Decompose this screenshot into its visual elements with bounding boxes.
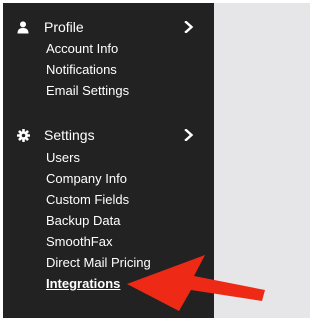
section-header-settings[interactable]: Settings bbox=[3, 124, 214, 146]
content-area bbox=[214, 3, 310, 318]
screenshot-frame: Profile Account Info Notifications Email… bbox=[0, 0, 313, 321]
sidebar-item-integrations[interactable]: Integrations bbox=[46, 275, 120, 293]
sidebar-item-direct-mail-pricing[interactable]: Direct Mail Pricing bbox=[46, 254, 151, 272]
sidebar-item-smoothfax[interactable]: SmoothFax bbox=[46, 233, 112, 251]
section-header-profile[interactable]: Profile bbox=[3, 16, 214, 38]
sidebar-item-users[interactable]: Users bbox=[46, 149, 80, 167]
chevron-right-icon bbox=[184, 21, 194, 33]
sidebar-item-account-info[interactable]: Account Info bbox=[46, 40, 118, 58]
sidebar-item-backup-data[interactable]: Backup Data bbox=[46, 212, 120, 230]
sidebar-item-company-info[interactable]: Company Info bbox=[46, 170, 127, 188]
section-label-profile: Profile bbox=[44, 19, 84, 35]
sidebar-item-email-settings[interactable]: Email Settings bbox=[46, 82, 129, 100]
section-label-settings: Settings bbox=[44, 127, 95, 143]
sidebar-nav: Profile Account Info Notifications Email… bbox=[3, 3, 214, 318]
sidebar-item-custom-fields[interactable]: Custom Fields bbox=[46, 191, 129, 209]
sidebar-item-notifications[interactable]: Notifications bbox=[46, 61, 117, 79]
user-icon bbox=[16, 16, 30, 38]
chevron-right-icon bbox=[184, 129, 194, 141]
gear-icon bbox=[16, 124, 30, 146]
